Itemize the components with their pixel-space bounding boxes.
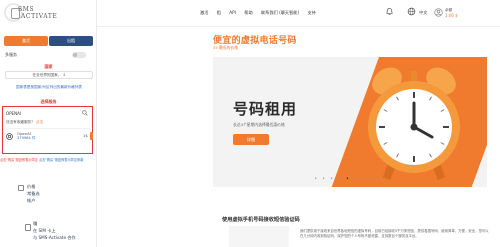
sidebar-item-favorites[interactable]: 常备选 <box>27 190 40 197</box>
nav-activate[interactable]: 激活 <box>200 10 208 15</box>
service-search-panel: 还没有收藏服务？ 点击 OpenAI 379964 件 1$ <box>2 106 93 154</box>
logo-text-line1: SMS <box>18 6 35 13</box>
favorites-link[interactable]: 点击 <box>36 120 43 124</box>
page: SMS ACTIVATE 激活 出租 多服务 国家 在全世界的国家。 ↕ 国家表… <box>0 0 500 247</box>
section-illustration <box>229 226 289 247</box>
nav-support[interactable]: 支持 <box>307 10 315 15</box>
sidebar-item-account[interactable]: 帐户 <box>27 197 40 204</box>
carousel-dots[interactable]: ••••••••• <box>213 176 487 182</box>
openai-logo-icon <box>6 133 13 140</box>
logo[interactable]: SMS ACTIVATE <box>4 3 64 25</box>
sidebar-item-earn[interactable]: 赚 <box>33 220 76 227</box>
favorites-text: 还没有收藏服务？ <box>6 120 35 124</box>
multi-service-toggle[interactable] <box>72 52 86 58</box>
service-count: 379964 件 <box>17 136 36 140</box>
balance-value[interactable]: 1.00 $ <box>445 13 458 18</box>
terms-note: 点击"购买"按钮即表示同意 点击"购买"按钮即表示同意条款 <box>0 157 97 162</box>
language-select[interactable]: 中文 <box>419 10 427 16</box>
sidebar: SMS ACTIVATE 激活 出租 多服务 国家 在全世界的国家。 ↕ 国家表… <box>0 0 97 247</box>
nav-api[interactable]: API <box>229 10 236 15</box>
section-title: 使用虚拟手机号码接收短信验证码 <box>222 217 300 223</box>
mode-tabs: 激活 出租 <box>4 36 93 46</box>
tab-activate[interactable]: 激活 <box>4 36 48 46</box>
country-info-link[interactable]: 国家表是按国家/州区列出的最新价格列表 <box>5 85 93 90</box>
tab-rent[interactable]: 出租 <box>49 36 93 46</box>
sidebar-item-partner[interactable]: 与 SMS-Activate 合作 <box>33 234 76 241</box>
country-section-title: 国家 <box>44 64 53 69</box>
section-body: 我们提供用于接收来自世界各地短信的虚拟号码，目前已经接收5千万条短信，提供各国号… <box>300 229 489 238</box>
service-search-input[interactable] <box>6 109 78 117</box>
favorites-hint: 还没有收藏服务？ 点击 <box>6 120 43 125</box>
sidebar-nav-group-1: 价格 常备选 帐户 <box>27 183 40 204</box>
nav-contact[interactable]: 联系我们 (聊天智能) <box>261 10 299 15</box>
top-nav: 激活 租 API 帮助 联系我们 (聊天智能) 支持 <box>200 10 323 16</box>
sidebar-item-sim[interactable]: 在 SIM 卡上 <box>33 227 76 234</box>
terms-text: 点击"购买"按钮即表示同意 <box>0 158 38 162</box>
top-header: 激活 租 API 帮助 联系我们 (聊天智能) 支持 中文 余额 1.00 $ <box>97 0 500 27</box>
logo-text-line2: ACTIVATE <box>21 13 58 20</box>
nav-help[interactable]: 帮助 <box>244 10 252 15</box>
service-item-openai[interactable]: OpenAI 379964 件 1$ <box>4 128 93 143</box>
service-section-title: 选择服务 <box>40 99 57 104</box>
sidebar-item-prices[interactable]: 价格 <box>27 183 40 190</box>
terms-link[interactable]: 点击"购买"按钮即表示同意条款 <box>39 158 83 162</box>
alarm-clock-icon <box>368 67 460 180</box>
banner-title: 号码租用 <box>233 100 298 118</box>
price-icon <box>18 185 24 191</box>
promo-banner: 号码租用 长达4个星期内选择最优惠价格 详细 ••••••••• <box>213 57 487 187</box>
sidebar-nav-group-2: 赚 在 SIM 卡上 与 SMS-Activate 合作 <box>33 220 76 241</box>
search-icon[interactable] <box>82 110 88 116</box>
nav-rent[interactable]: 租 <box>217 10 221 15</box>
country-select-label: 在全世界的国家。 ↕ <box>32 73 66 77</box>
service-price: 1$ <box>83 133 88 138</box>
buy-button[interactable] <box>90 132 93 140</box>
earn-icon <box>25 224 31 231</box>
country-select[interactable]: 在全世界的国家。 ↕ <box>5 71 93 79</box>
user-icon[interactable] <box>434 8 443 17</box>
globe-icon[interactable] <box>407 7 416 16</box>
logo-text: SMS ACTIVATE <box>18 6 57 20</box>
hero-subtitle: 55 最低的价格 <box>213 45 239 50</box>
banner-details-button[interactable]: 详细 <box>233 134 269 145</box>
bell-icon[interactable] <box>385 7 394 16</box>
banner-description: 长达4个星期内选择最优惠价格 <box>233 122 285 127</box>
multi-service-label: 多服务 <box>5 52 17 57</box>
